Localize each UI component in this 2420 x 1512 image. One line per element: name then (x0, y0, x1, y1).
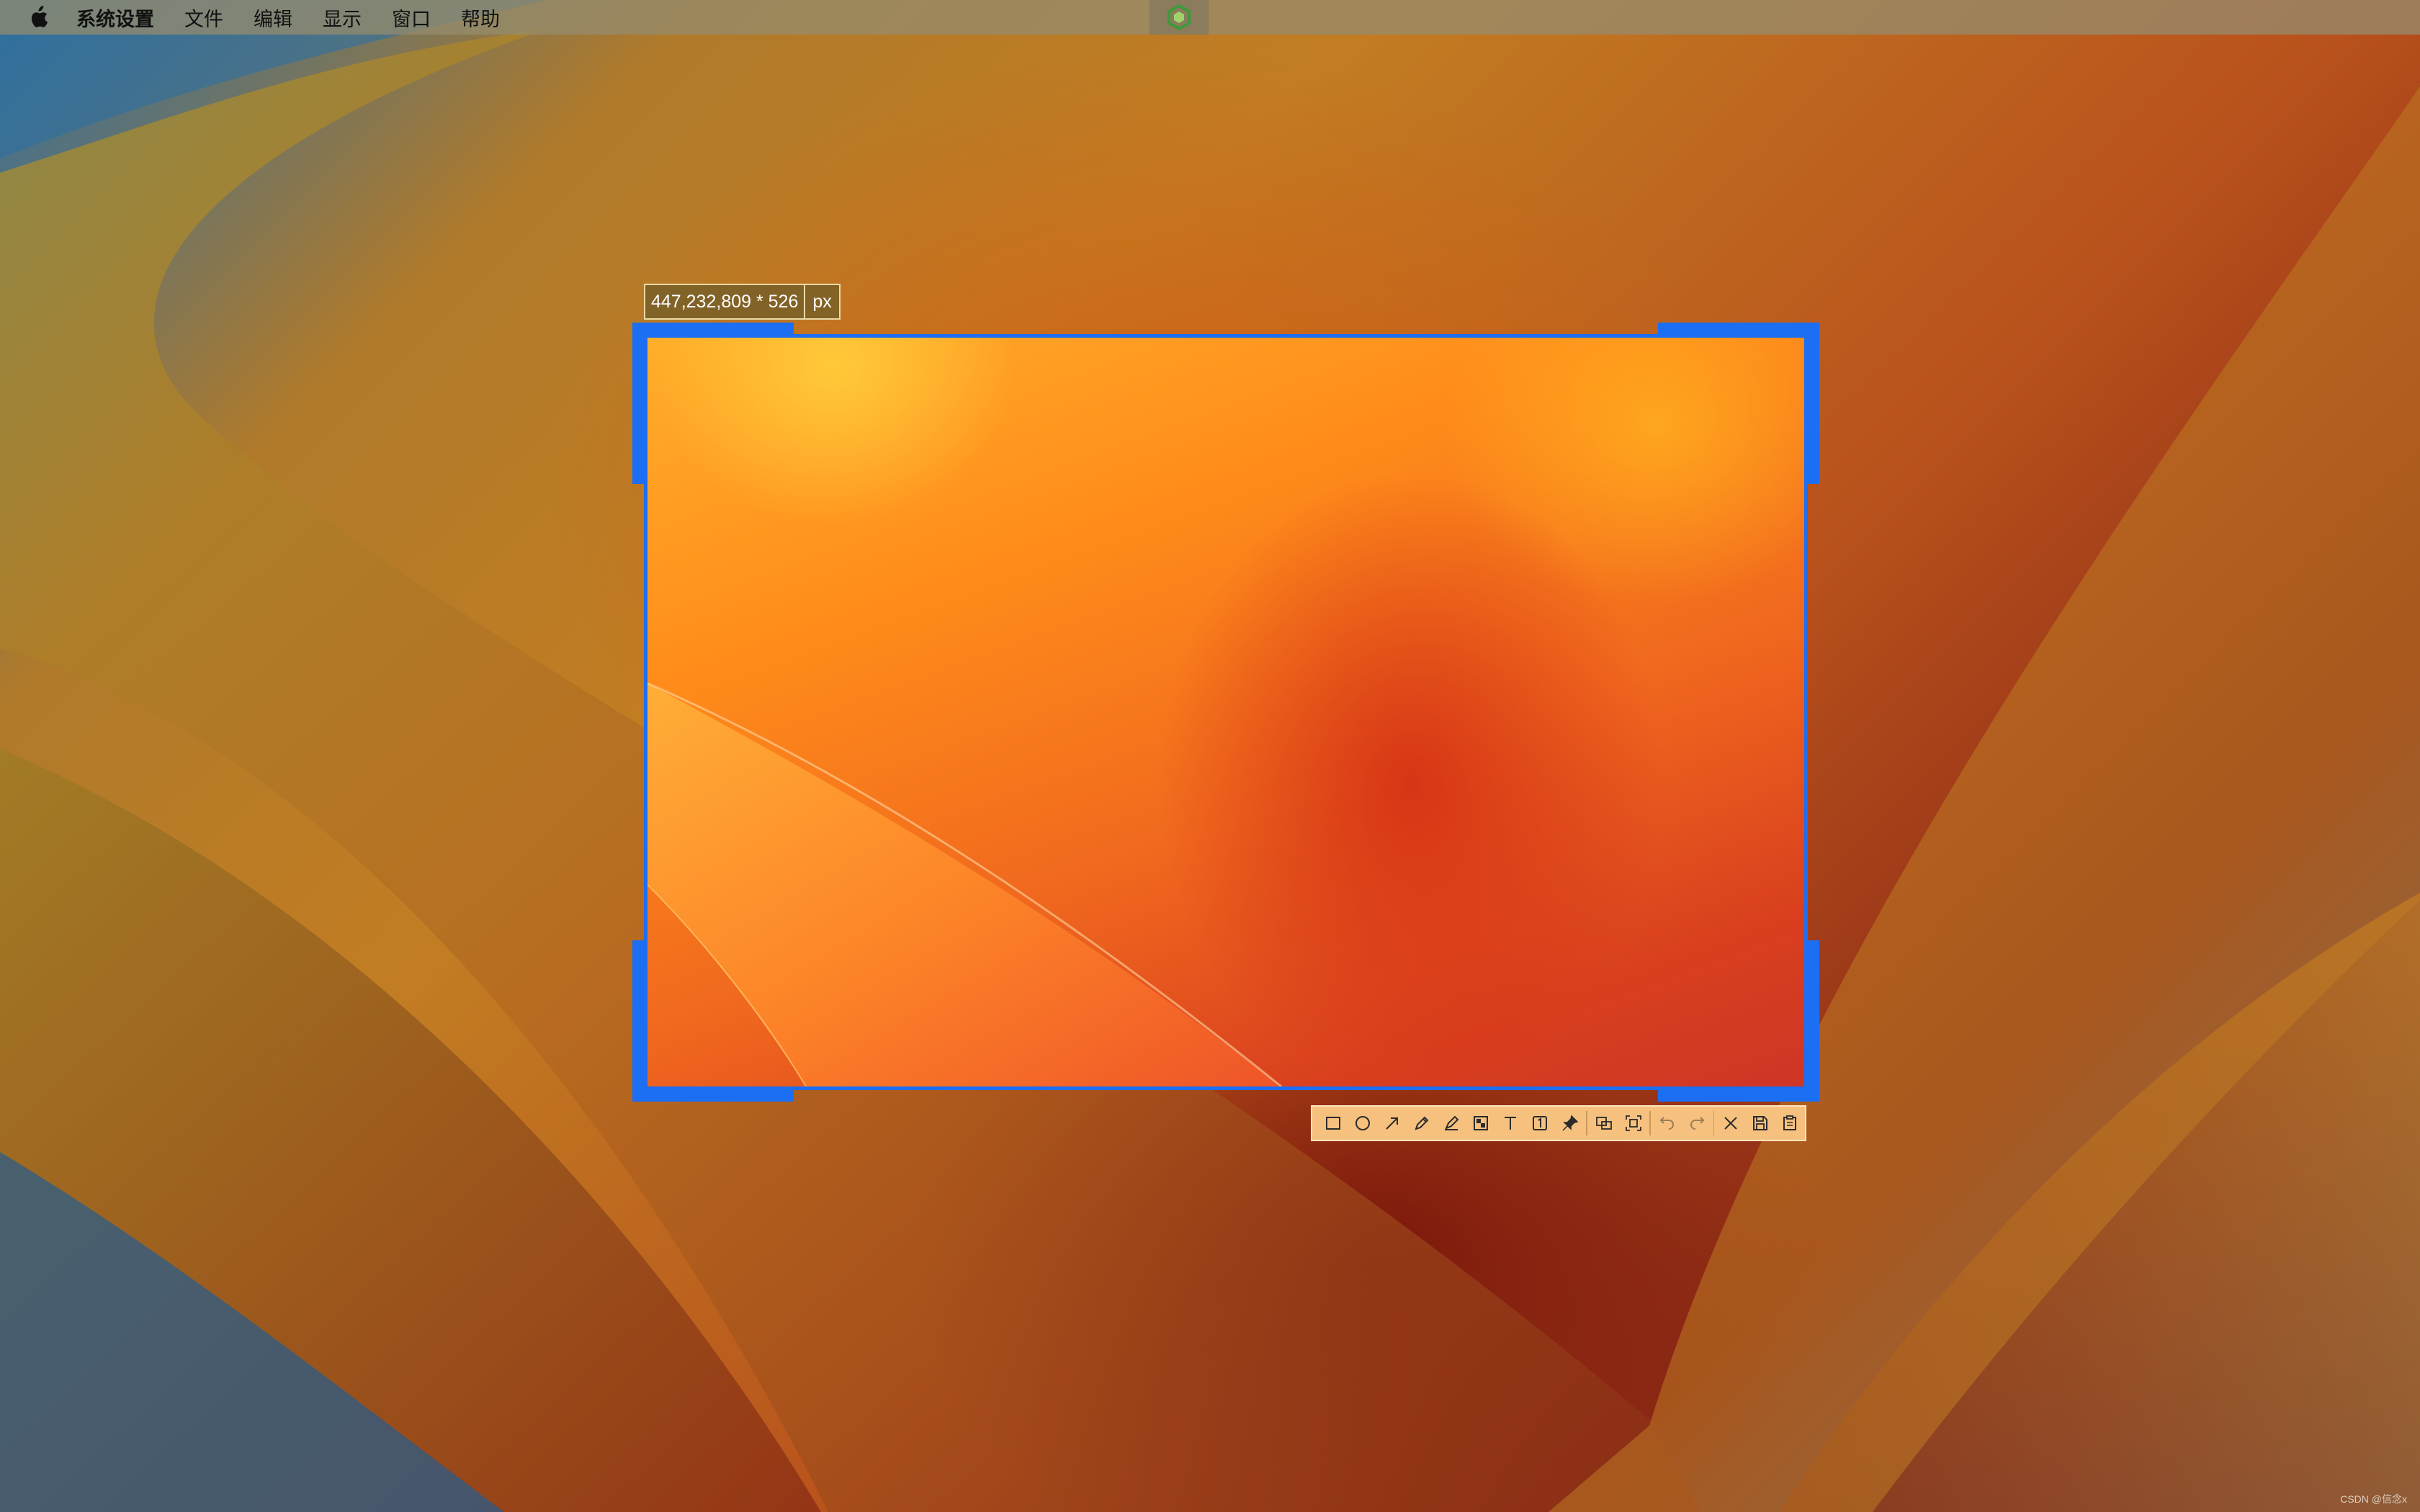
save-icon (1753, 1116, 1768, 1130)
selection-content-waves (647, 682, 1282, 1086)
apple-logo-icon[interactable] (26, 3, 50, 32)
toolbar-separator (1586, 1111, 1588, 1135)
screenshot-app-status-icon[interactable] (1150, 0, 1209, 35)
marker-icon (1445, 1115, 1459, 1130)
resize-handle-top-right-h[interactable] (1658, 323, 1819, 334)
resize-handle-top-left-v[interactable] (632, 323, 644, 484)
ellipse-tool-button[interactable] (1348, 1108, 1377, 1138)
marker-tool-button[interactable] (1437, 1108, 1466, 1138)
screenshot-selection-area[interactable] (644, 334, 1808, 1090)
rectangle-tool-button[interactable] (1318, 1108, 1348, 1138)
menu-view[interactable]: 显示 (323, 4, 362, 32)
redo-icon (1690, 1117, 1705, 1130)
selection-size-label: 447,232,809 * 526 px (644, 284, 841, 320)
mosaic-tool-button[interactable] (1466, 1108, 1496, 1138)
menu-edit[interactable]: 编辑 (254, 4, 292, 32)
rectangle-icon (1325, 1117, 1340, 1130)
watermark: CSDN @信念x (2340, 1493, 2407, 1505)
mosaic-icon (1474, 1116, 1489, 1130)
annotation-toolbar (1311, 1105, 1806, 1141)
pen-tool-button[interactable] (1407, 1108, 1436, 1138)
scroll-capture-tool-button[interactable] (1618, 1108, 1648, 1138)
arrow-tool-button[interactable] (1377, 1108, 1407, 1138)
menu-help[interactable]: 帮助 (461, 4, 500, 32)
pin-icon (1562, 1115, 1579, 1131)
resize-handle-bottom-left-v[interactable] (632, 940, 644, 1102)
number-icon (1533, 1116, 1548, 1130)
ocr-icon (1595, 1117, 1612, 1130)
toolbar-separator (1649, 1111, 1652, 1135)
ocr-tool-button[interactable] (1589, 1108, 1618, 1138)
undo-button[interactable] (1652, 1108, 1682, 1138)
copy-button[interactable] (1775, 1108, 1805, 1138)
ellipse-icon (1355, 1116, 1370, 1130)
resize-handle-bottom-right-h[interactable] (1658, 1090, 1819, 1102)
redo-button[interactable] (1682, 1108, 1711, 1138)
selection-unit: px (812, 291, 832, 312)
arrow-icon (1386, 1117, 1398, 1130)
resize-handle-bottom-left-h[interactable] (632, 1090, 794, 1102)
toolbar-separator (1713, 1111, 1715, 1135)
menu-bar: 系统设置 文件 编辑 显示 窗口 帮助 (0, 0, 2420, 35)
save-button[interactable] (1746, 1108, 1775, 1138)
menu-app-name[interactable]: 系统设置 (76, 4, 154, 32)
text-tool-button[interactable] (1496, 1108, 1525, 1138)
resize-handle-top-right-v[interactable] (1808, 323, 1819, 484)
menu-window[interactable]: 窗口 (392, 4, 431, 32)
close-icon (1724, 1117, 1737, 1130)
resize-handle-top-left-h[interactable] (632, 323, 794, 334)
number-tool-button[interactable] (1525, 1108, 1555, 1138)
menu-file[interactable]: 文件 (184, 4, 223, 32)
selection-dimensions: 447,232,809 * 526 (645, 285, 806, 318)
undo-icon (1659, 1117, 1674, 1130)
close-button[interactable] (1716, 1108, 1745, 1138)
pen-icon (1415, 1116, 1429, 1130)
scroll-capture-icon (1625, 1115, 1641, 1131)
resize-handle-bottom-right-v[interactable] (1808, 940, 1819, 1102)
text-icon (1505, 1117, 1517, 1130)
copy-icon (1783, 1115, 1797, 1130)
pin-tool-button[interactable] (1555, 1108, 1585, 1138)
